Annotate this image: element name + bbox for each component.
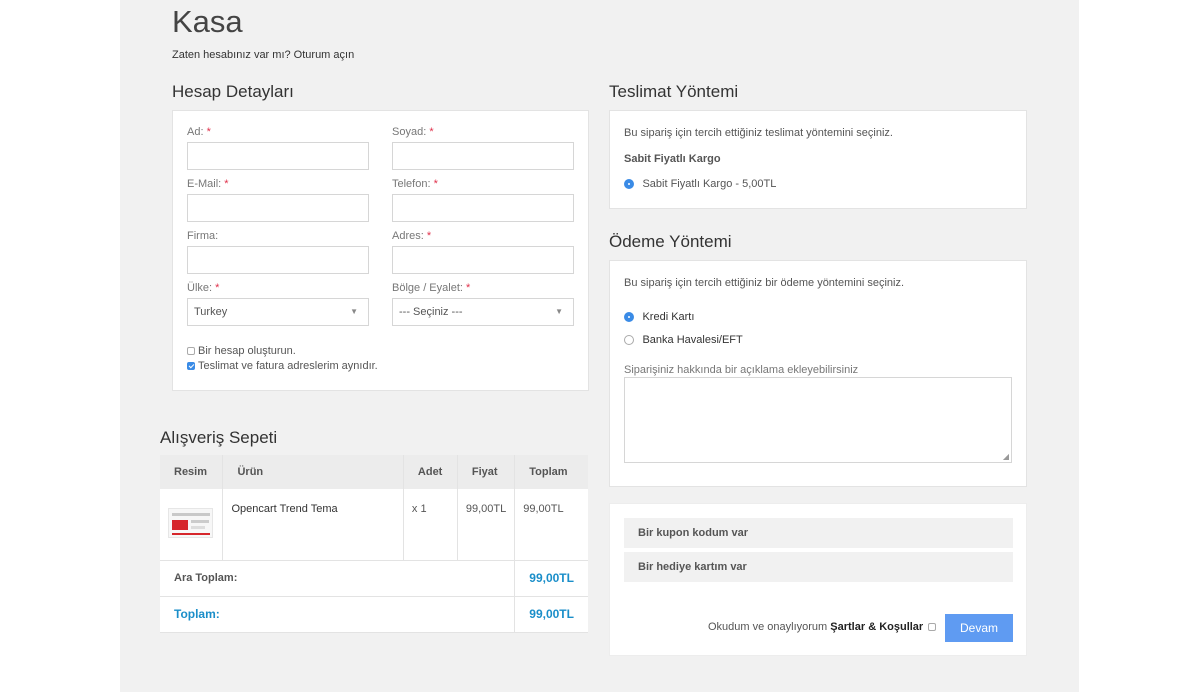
region-select-value: --- Seçiniz --- (399, 306, 463, 318)
shipping-group-title: Sabit Fiyatlı Kargo (624, 153, 721, 165)
cart-header-qty: Adet (403, 455, 458, 489)
chevron-down-icon: ▼ (555, 307, 563, 316)
same-address-checkbox[interactable] (187, 361, 195, 370)
company-label: Firma: (187, 230, 219, 242)
payment-option-label: Banka Havalesi/EFT (642, 333, 743, 346)
cart-header-product: Ürün (222, 455, 404, 489)
region-select[interactable]: --- Seçiniz --- ▼ (392, 298, 574, 326)
account-section-title: Hesap Detayları (172, 82, 294, 101)
region-label: Bölge / Eyalet: * (392, 282, 471, 294)
table-row: Opencart Trend Tema x 1 99,00TL 99,00TL (160, 489, 588, 561)
cart-header-image: Resim (160, 455, 224, 489)
payment-option-label: Kredi Kartı (642, 310, 695, 323)
payment-option-radio[interactable] (624, 334, 634, 345)
country-select-value: Turkey (194, 306, 228, 318)
payment-panel: Bu sipariş için tercih ettiğiniz bir öde… (609, 260, 1027, 487)
shipping-option[interactable]: Sabit Fiyatlı Kargo - 5,00TL (624, 175, 776, 193)
product-total: 99,00TL (514, 489, 588, 561)
comment-textarea[interactable]: ◢ (624, 377, 1012, 463)
total-value: 99,00TL (514, 596, 588, 633)
total-label: Toplam: (160, 596, 516, 633)
resize-handle-icon[interactable]: ◢ (1003, 452, 1009, 461)
login-link[interactable]: Zaten hesabınız var mı? Oturum açın (172, 49, 354, 61)
shipping-option-label: Sabit Fiyatlı Kargo - 5,00TL (642, 177, 777, 190)
login-link-text[interactable]: Zaten hesabınız var mı? Oturum açın (172, 49, 354, 61)
product-thumbnail[interactable] (168, 508, 213, 538)
company-input[interactable] (187, 246, 369, 274)
product-qty: x 1 (403, 489, 458, 561)
total-row: Toplam: 99,00TL (160, 596, 588, 633)
page-title: Kasa (172, 4, 243, 39)
continue-button[interactable]: Devam (945, 614, 1013, 642)
subtotal-label: Ara Toplam: (160, 560, 516, 597)
payment-option-radio[interactable] (624, 311, 634, 322)
email-input[interactable] (187, 194, 369, 222)
subtotal-row: Ara Toplam: 99,00TL (160, 560, 588, 597)
product-name[interactable]: Opencart Trend Tema (222, 489, 404, 561)
shipping-description: Bu sipariş için tercih ettiğiniz teslima… (624, 127, 893, 139)
cart-header-total: Toplam (514, 455, 588, 489)
shipping-panel: Bu sipariş için tercih ettiğiniz teslima… (609, 110, 1027, 209)
same-address-option[interactable]: Teslimat ve fatura adreslerim aynıdır. (187, 357, 378, 375)
email-label: E-Mail: * (187, 178, 229, 190)
account-panel: Ad: * Soyad: * E-Mail: * Telefon: * Firm… (172, 110, 589, 391)
coupon-toggle[interactable]: Bir kupon kodum var (624, 518, 1013, 548)
phone-label: Telefon: * (392, 178, 438, 190)
country-select[interactable]: Turkey ▼ (187, 298, 369, 326)
create-account-label: Bir hesap oluşturun. (198, 344, 296, 357)
gift-card-toggle[interactable]: Bir hediye kartım var (624, 552, 1013, 582)
cart-table: Resim Ürün Adet Fiyat Toplam Opencart Tr… (160, 455, 588, 633)
last-name-label: Soyad: * (392, 126, 434, 138)
terms-checkbox[interactable] (928, 623, 937, 632)
address-input[interactable] (392, 246, 574, 274)
create-account-checkbox[interactable] (187, 346, 195, 355)
country-label: Ülke: * (187, 282, 220, 294)
confirm-panel: Bir kupon kodum var Bir hediye kartım va… (609, 503, 1027, 656)
first-name-label: Ad: * (187, 126, 211, 138)
comment-label: Siparişiniz hakkında bir açıklama ekleye… (624, 364, 859, 376)
payment-description: Bu sipariş için tercih ettiğiniz bir öde… (624, 277, 905, 289)
shipping-option-radio[interactable] (624, 178, 634, 189)
subtotal-value: 99,00TL (514, 560, 588, 597)
first-name-input[interactable] (187, 142, 369, 170)
phone-input[interactable] (392, 194, 574, 222)
product-price: 99,00TL (457, 489, 516, 561)
last-name-input[interactable] (392, 142, 574, 170)
shipping-section-title: Teslimat Yöntemi (609, 82, 739, 101)
product-image-cell (160, 489, 224, 561)
cart-header-row: Resim Ürün Adet Fiyat Toplam (160, 455, 588, 489)
address-label: Adres: * (392, 230, 432, 242)
terms-link[interactable]: Şartlar & Koşullar (830, 621, 923, 633)
chevron-down-icon: ▼ (350, 307, 358, 316)
terms-prefix: Okudum ve onaylıyorum (708, 621, 828, 633)
payment-option-bank-transfer[interactable]: Banka Havalesi/EFT (624, 331, 743, 349)
payment-section-title: Ödeme Yöntemi (609, 232, 732, 251)
cart-header-price: Fiyat (457, 455, 516, 489)
same-address-label: Teslimat ve fatura adreslerim aynıdır. (198, 359, 378, 372)
cart-section-title: Alışveriş Sepeti (160, 428, 278, 447)
payment-option-credit-card[interactable]: Kredi Kartı (624, 308, 694, 326)
terms-agreement: Okudum ve onaylıyorum Şartlar & Koşullar (708, 621, 937, 633)
